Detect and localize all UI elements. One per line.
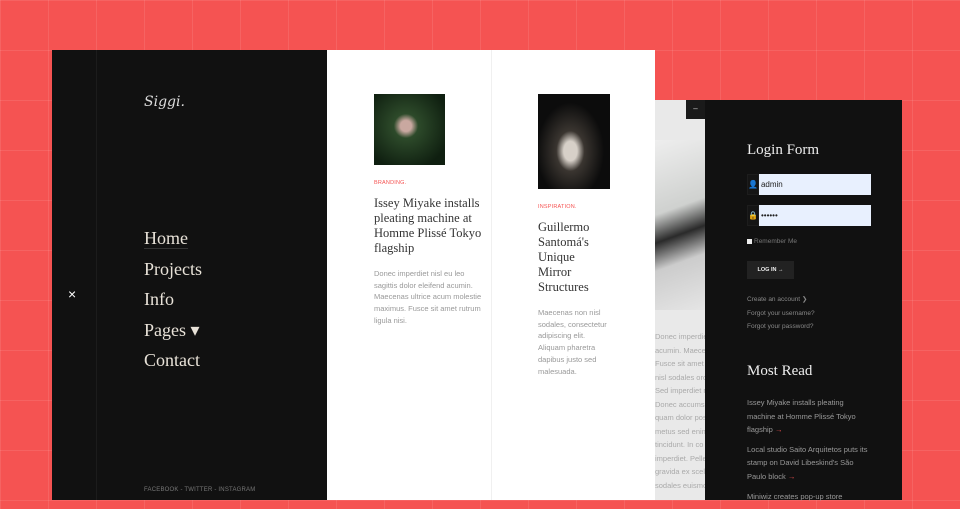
nav-contact[interactable]: Contact	[144, 350, 202, 381]
login-title: Login Form	[747, 142, 820, 158]
most-read-title: Most Read	[747, 363, 813, 379]
article-image[interactable]	[374, 94, 445, 165]
login-panel: Login Form 👤 🔒 Remember Me LOG IN → Crea…	[705, 100, 902, 501]
username-input[interactable]	[758, 174, 871, 195]
articles-panel: BRANDING. Issey Miyake installs pleating…	[327, 50, 655, 500]
nav-projects[interactable]: Projects	[144, 259, 202, 290]
most-read-item[interactable]: Miniwiz creates pop-up store	[747, 490, 869, 504]
nav-info[interactable]: Info	[144, 289, 202, 320]
close-icon[interactable]: ×	[68, 286, 76, 302]
article-title[interactable]: Guillermo Santomá's Unique Mirror Struct…	[538, 220, 610, 295]
article-card: BRANDING. Issey Miyake installs pleating…	[374, 94, 484, 327]
user-icon: 👤	[747, 174, 759, 195]
remember-me[interactable]: Remember Me	[747, 238, 797, 245]
article-image[interactable]	[538, 94, 610, 189]
login-links: Create an account ❯ Forgot your username…	[747, 293, 815, 334]
forgot-password-link[interactable]: Forgot your password?	[747, 320, 815, 334]
article-excerpt: Maecenas non nisl sodales, consectetur a…	[538, 308, 607, 376]
username-field: 👤	[747, 174, 871, 195]
password-input[interactable]	[758, 205, 871, 226]
forgot-username-link[interactable]: Forgot your username?	[747, 307, 815, 321]
article-card: INSPIRATION. Guillermo Santomá's Unique …	[538, 94, 610, 377]
nav-home[interactable]: Home	[144, 228, 202, 259]
article-category[interactable]: BRANDING.	[374, 180, 484, 186]
article-category[interactable]: INSPIRATION.	[538, 204, 610, 210]
main-nav: Home Projects Info Pages ▾ Contact	[144, 228, 202, 381]
most-read-list: Issey Miyake installs pleating machine a…	[747, 396, 869, 509]
create-account-link[interactable]: Create an account ❯	[747, 293, 815, 307]
arrow-right-icon: →	[774, 425, 783, 435]
most-read-item[interactable]: Issey Miyake installs pleating machine a…	[747, 396, 869, 437]
article-title[interactable]: Issey Miyake installs pleating machine a…	[374, 196, 484, 256]
social-links[interactable]: FACEBOOK - TWITTER - INSTAGRAM	[144, 487, 255, 493]
background-article: Donec imperdietacumin. MaecenasFusce sit…	[655, 100, 705, 500]
nav-pages[interactable]: Pages ▾	[144, 320, 202, 351]
minimize-button[interactable]: –	[686, 100, 705, 119]
article-text: Donec imperdietacumin. MaecenasFusce sit…	[655, 332, 705, 490]
side-menu: Siggi. × Home Projects Info Pages ▾ Cont…	[52, 50, 327, 500]
password-field: 🔒	[747, 205, 871, 226]
logo[interactable]: Siggi.	[144, 94, 185, 110]
menu-strip	[52, 50, 97, 500]
login-button[interactable]: LOG IN →	[747, 261, 794, 279]
article-excerpt: Donec imperdiet nisl eu leo sagittis dol…	[374, 269, 482, 325]
article-photo	[655, 140, 705, 310]
divider	[491, 50, 492, 500]
most-read-item[interactable]: Local studio Saito Arquitetos puts its s…	[747, 443, 869, 484]
remember-checkbox[interactable]	[747, 239, 752, 244]
lock-icon: 🔒	[747, 205, 759, 226]
arrow-right-icon: →	[787, 471, 796, 481]
